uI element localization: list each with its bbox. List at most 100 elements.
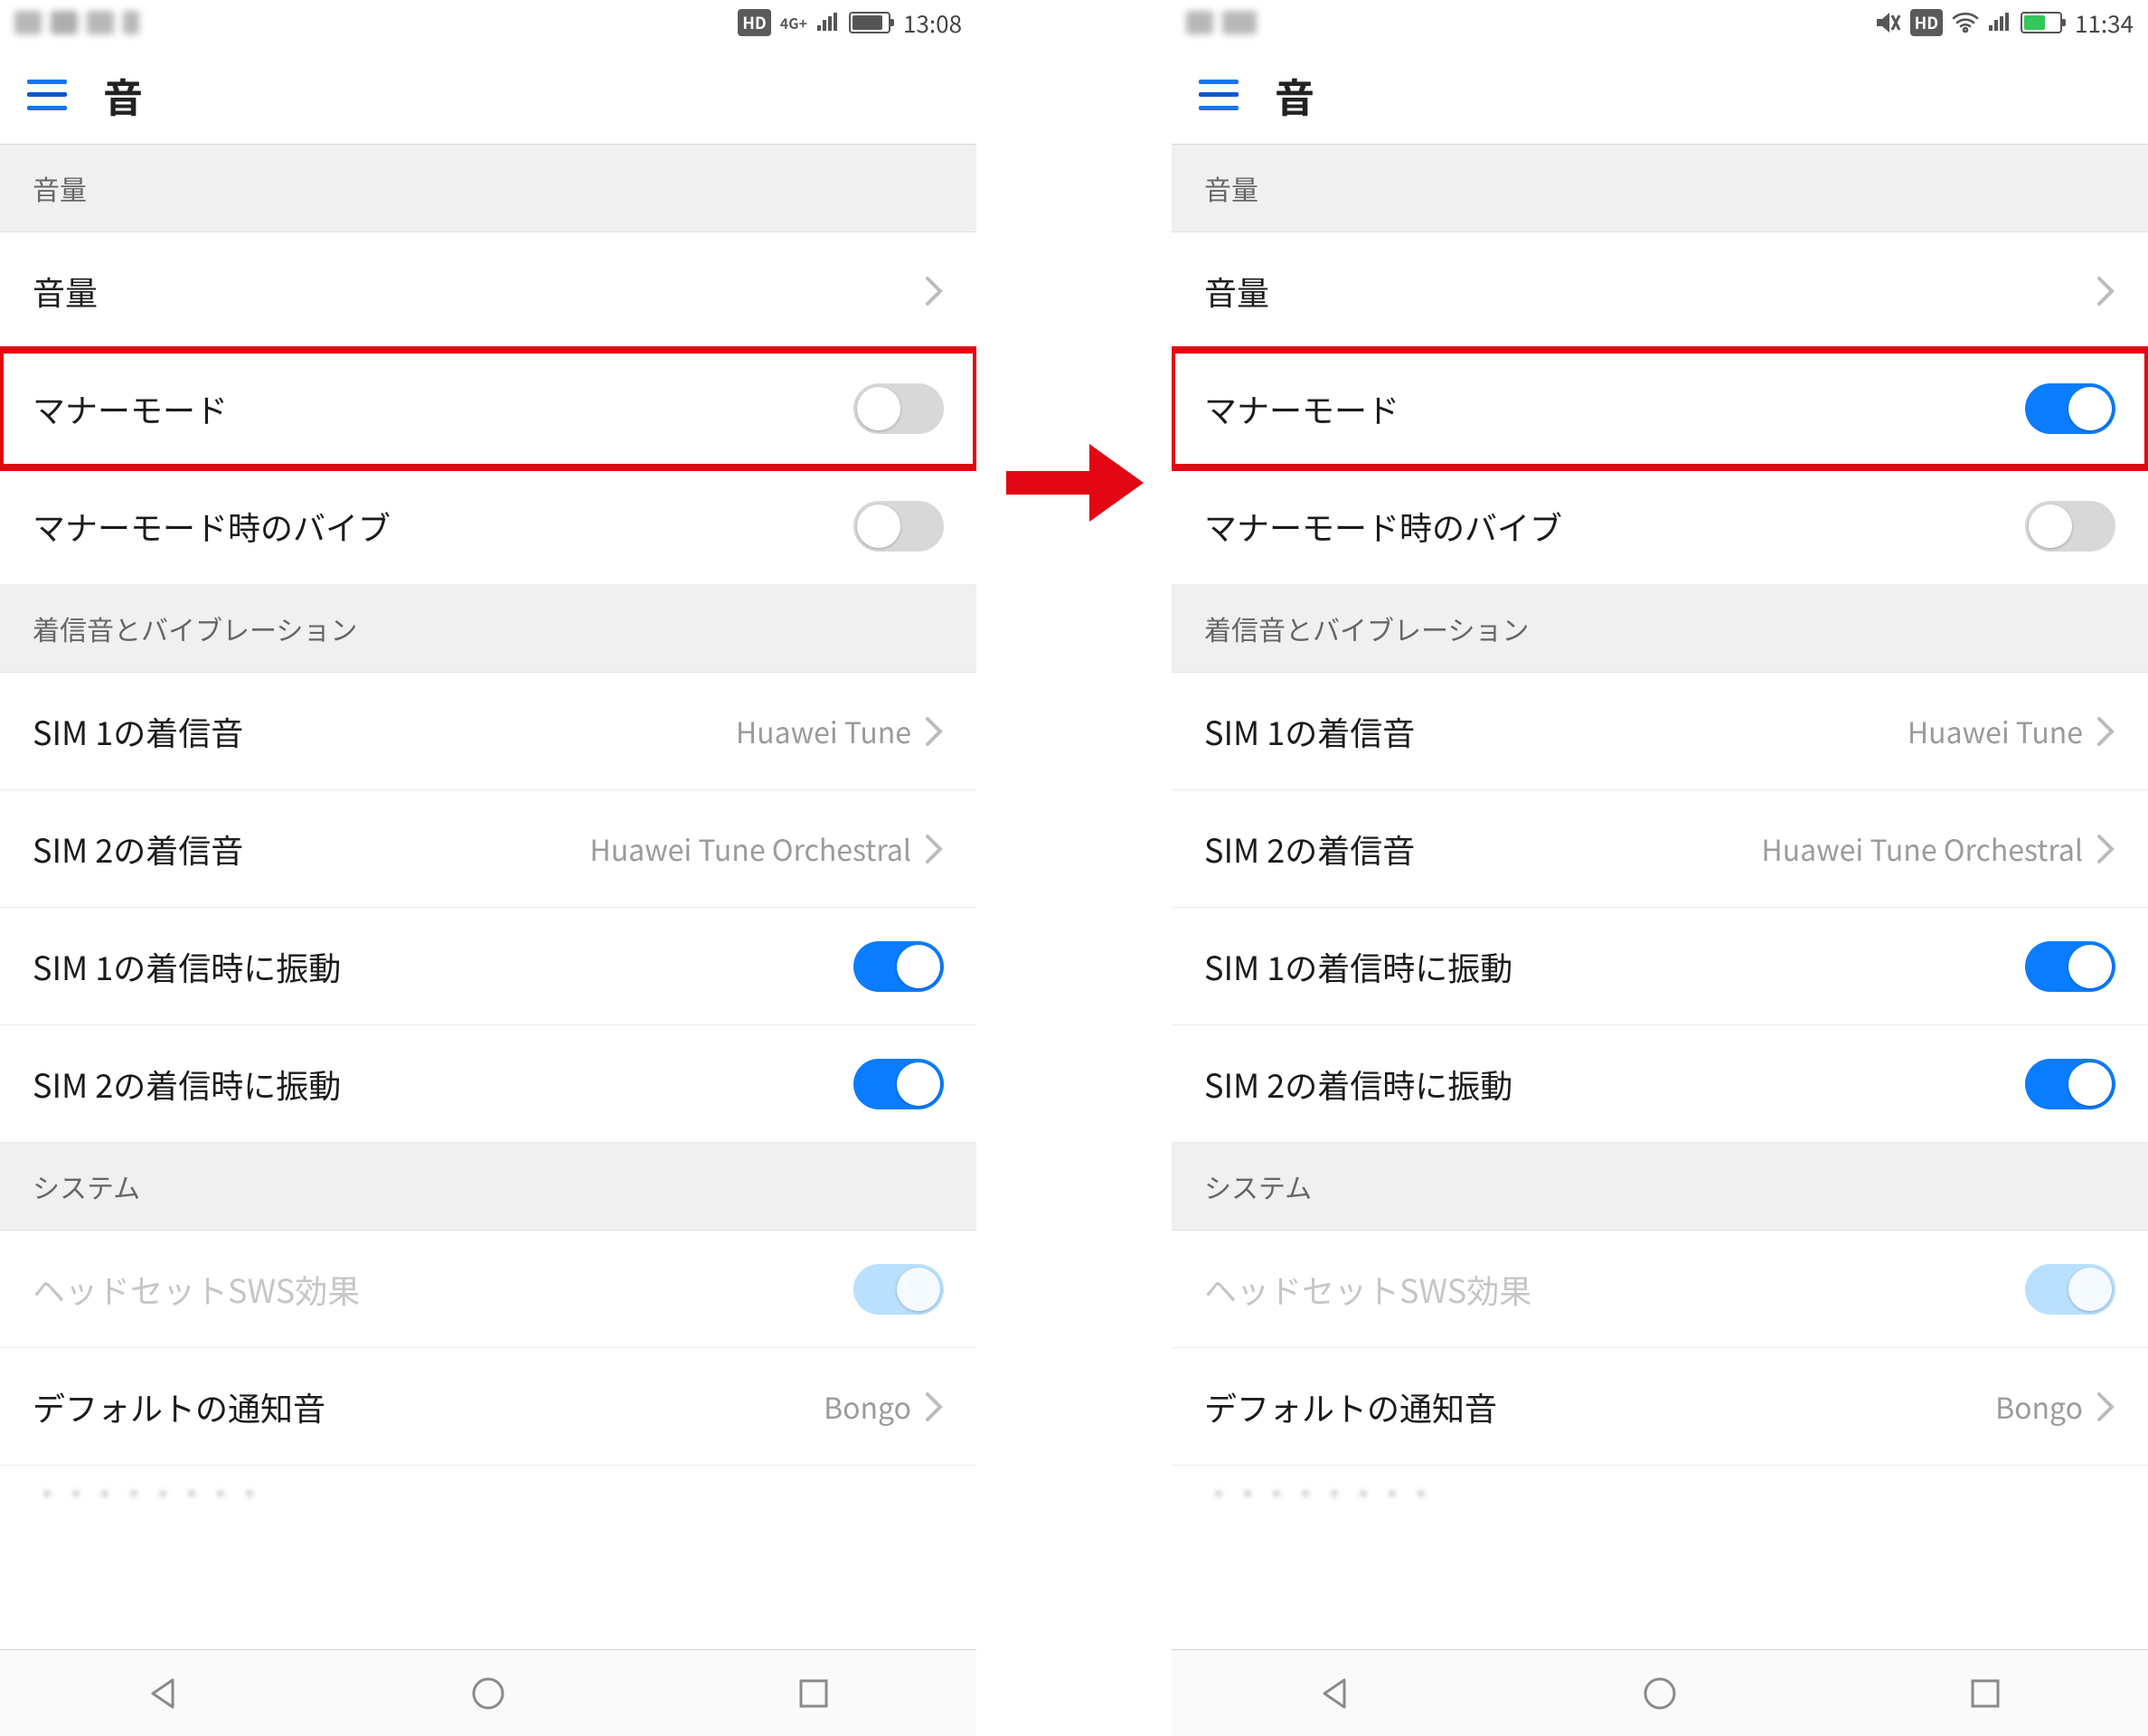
manner-vibe-toggle[interactable] bbox=[853, 501, 944, 552]
row-label: マナーモード時のバイブ bbox=[33, 503, 853, 550]
signal-icon bbox=[816, 13, 840, 33]
chevron-right-icon bbox=[924, 1391, 944, 1423]
chevron-right-icon bbox=[2096, 715, 2115, 748]
sim1-vibrate-toggle[interactable] bbox=[2025, 941, 2115, 992]
row-manner-mode[interactable]: マナーモード bbox=[0, 350, 976, 467]
android-nav-bar bbox=[1172, 1649, 2148, 1736]
chevron-right-icon bbox=[2096, 1391, 2115, 1423]
row-sws: ヘッドセットSWS効果 bbox=[0, 1231, 976, 1348]
nav-back-icon[interactable] bbox=[136, 1666, 190, 1721]
section-ring: 着信音とバイブレーション bbox=[1172, 585, 2148, 673]
row-label: SIM 2の着信音 bbox=[33, 826, 589, 873]
row-manner-vibe[interactable]: マナーモード時のバイブ bbox=[1172, 467, 2148, 585]
sim1-vibrate-toggle[interactable] bbox=[853, 941, 944, 992]
status-clock: 13:08 bbox=[903, 6, 962, 40]
screenshot-before: HD 4G+ 13:08 音 音量 音量 マナーモード マナーモード時のバイブ bbox=[0, 0, 976, 1736]
row-label: ヘッドセットSWS効果 bbox=[1204, 1266, 2025, 1313]
row-default-notification[interactable]: デフォルトの通知音 Bongo bbox=[1172, 1348, 2148, 1466]
row-volume[interactable]: 音量 bbox=[1172, 232, 2148, 350]
nav-recents-icon[interactable] bbox=[1958, 1666, 2012, 1721]
row-manner-mode[interactable]: マナーモード bbox=[1172, 350, 2148, 467]
notif-icon bbox=[14, 11, 42, 34]
menu-icon[interactable] bbox=[27, 80, 67, 110]
nav-recents-icon[interactable] bbox=[787, 1666, 841, 1721]
chevron-right-icon bbox=[924, 275, 944, 307]
nav-home-icon[interactable] bbox=[461, 1666, 515, 1721]
row-label: デフォルトの通知音 bbox=[1204, 1383, 1995, 1430]
battery-icon bbox=[849, 12, 890, 33]
status-bar: HD 4G+ 13:08 bbox=[0, 0, 976, 45]
manner-mode-toggle[interactable] bbox=[853, 383, 944, 434]
sws-toggle bbox=[2025, 1264, 2115, 1315]
gmail-icon bbox=[87, 11, 114, 34]
alert-icon bbox=[123, 11, 139, 34]
manner-vibe-toggle[interactable] bbox=[2025, 501, 2115, 552]
manner-mode-toggle[interactable] bbox=[2025, 383, 2115, 434]
row-label: ヘッドセットSWS効果 bbox=[33, 1266, 853, 1313]
nav-back-icon[interactable] bbox=[1307, 1666, 1361, 1721]
row-label: 音量 bbox=[1204, 268, 2096, 315]
row-value: Bongo bbox=[1995, 1386, 2083, 1428]
row-sim1-vibrate[interactable]: SIM 1の着信時に振動 bbox=[0, 908, 976, 1025]
title-bar: 音 bbox=[0, 45, 976, 145]
wifi-icon bbox=[1952, 12, 1979, 33]
chevron-right-icon bbox=[2096, 275, 2115, 307]
android-nav-bar bbox=[0, 1649, 976, 1736]
chevron-right-icon bbox=[924, 715, 944, 748]
screenshot-after: HD 11:34 音 音量 音量 マナーモード bbox=[1172, 0, 2148, 1736]
section-volume: 音量 bbox=[0, 145, 976, 232]
row-label: マナーモード時のバイブ bbox=[1204, 503, 2025, 550]
row-sim1-ringtone[interactable]: SIM 1の着信音 Huawei Tune bbox=[0, 673, 976, 790]
mute-icon bbox=[1874, 10, 1901, 35]
row-label: SIM 1の着信時に振動 bbox=[33, 943, 853, 990]
row-label: マナーモード bbox=[1204, 385, 2025, 432]
row-value: Huawei Tune bbox=[1908, 711, 2083, 752]
sws-toggle bbox=[853, 1264, 944, 1315]
section-system: システム bbox=[1172, 1143, 2148, 1231]
section-system: システム bbox=[0, 1143, 976, 1231]
row-sim2-vibrate[interactable]: SIM 2の着信時に振動 bbox=[0, 1025, 976, 1143]
row-value: Bongo bbox=[824, 1386, 911, 1428]
row-sim2-ringtone[interactable]: SIM 2の着信音 Huawei Tune Orchestral bbox=[0, 790, 976, 908]
hd-badge: HD bbox=[738, 9, 770, 36]
row-label: マナーモード bbox=[33, 385, 853, 432]
section-volume: 音量 bbox=[1172, 145, 2148, 232]
row-sim2-ringtone[interactable]: SIM 2の着信音 Huawei Tune Orchestral bbox=[1172, 790, 2148, 908]
row-sws: ヘッドセットSWS効果 bbox=[1172, 1231, 2148, 1348]
row-peek: ・・・・・・・・ bbox=[1172, 1466, 2148, 1520]
signal-icon bbox=[1988, 13, 2011, 33]
chevron-right-icon bbox=[2096, 833, 2115, 865]
row-label: SIM 1の着信音 bbox=[1204, 708, 1908, 755]
row-label: SIM 1の着信時に振動 bbox=[1204, 943, 2025, 990]
row-value: Huawei Tune Orchestral bbox=[589, 828, 911, 870]
row-label: SIM 2の着信時に振動 bbox=[1204, 1061, 2025, 1108]
nav-home-icon[interactable] bbox=[1633, 1666, 1687, 1721]
network-4g-icon: 4G+ bbox=[780, 12, 807, 33]
page-title: 音 bbox=[103, 66, 143, 124]
row-label: 音量 bbox=[33, 268, 924, 315]
play-store-icon bbox=[51, 11, 78, 34]
row-sim1-vibrate[interactable]: SIM 1の着信時に振動 bbox=[1172, 908, 2148, 1025]
battery-charging-icon bbox=[2021, 12, 2062, 33]
row-default-notification[interactable]: デフォルトの通知音 Bongo bbox=[0, 1348, 976, 1466]
arrow-right-icon bbox=[994, 429, 1157, 537]
row-manner-vibe[interactable]: マナーモード時のバイブ bbox=[0, 467, 976, 585]
row-value: Huawei Tune bbox=[736, 711, 911, 752]
row-peek: ・・・・・・・・ bbox=[0, 1466, 976, 1520]
row-volume[interactable]: 音量 bbox=[0, 232, 976, 350]
row-value: Huawei Tune Orchestral bbox=[1761, 828, 2083, 870]
chevron-right-icon bbox=[924, 833, 944, 865]
section-ring: 着信音とバイブレーション bbox=[0, 585, 976, 673]
row-label: SIM 1の着信音 bbox=[33, 708, 736, 755]
row-label: デフォルトの通知音 bbox=[33, 1383, 824, 1430]
row-sim1-ringtone[interactable]: SIM 1の着信音 Huawei Tune bbox=[1172, 673, 2148, 790]
sim2-vibrate-toggle[interactable] bbox=[853, 1059, 944, 1109]
row-label: SIM 2の着信音 bbox=[1204, 826, 1761, 873]
notif-icon bbox=[1222, 11, 1257, 34]
notif-icon bbox=[1186, 11, 1213, 34]
row-sim2-vibrate[interactable]: SIM 2の着信時に振動 bbox=[1172, 1025, 2148, 1143]
menu-icon[interactable] bbox=[1199, 80, 1239, 110]
page-title: 音 bbox=[1275, 66, 1314, 124]
sim2-vibrate-toggle[interactable] bbox=[2025, 1059, 2115, 1109]
status-bar: HD 11:34 bbox=[1172, 0, 2148, 45]
